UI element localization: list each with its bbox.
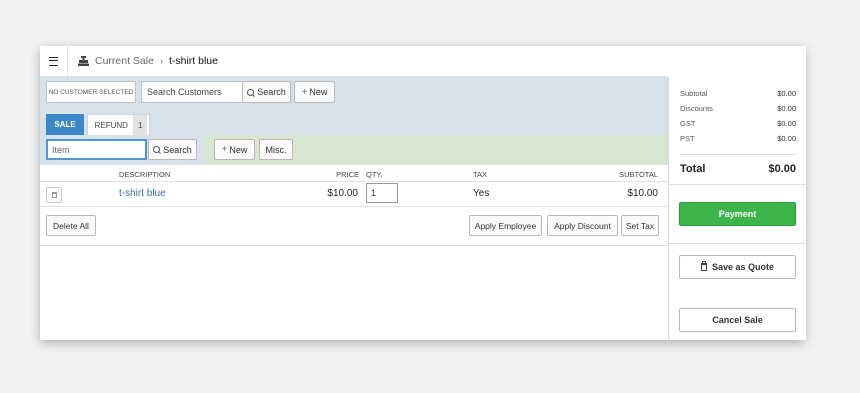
customer-search-button[interactable]: Search [242, 81, 291, 103]
line-qty-input[interactable]: 1 [366, 183, 398, 203]
apply-employee-button[interactable]: Apply Employee [469, 215, 542, 236]
line-tax[interactable]: Yes [473, 188, 489, 199]
tab-refund[interactable]: REFUND 1 [87, 114, 150, 135]
item-search-input[interactable]: Item [46, 139, 147, 160]
misc-button[interactable]: Misc. [259, 139, 293, 160]
new-item-label: New [229, 144, 248, 155]
line-subtotal: $10.00 [627, 188, 658, 199]
col-subtotal: SUBTOTAL [619, 170, 658, 179]
delete-all-button[interactable]: Delete All [46, 215, 96, 236]
gst-label: GST [680, 119, 696, 128]
line-price: $10.00 [327, 188, 358, 199]
plus-icon: + [221, 144, 228, 155]
discounts-row: Discounts $0.00 [680, 104, 796, 113]
col-qty: QTY. [366, 170, 383, 179]
new-customer-label: New [309, 87, 328, 97]
sale-summary-panel: Subtotal $0.00 Discounts $0.00 GST $0.00… [668, 46, 806, 340]
search-customers-input[interactable]: Search Customers [141, 81, 243, 103]
divider [669, 184, 806, 185]
col-tax: TAX [473, 170, 488, 179]
breadcrumb-current-sale[interactable]: Current Sale [95, 55, 154, 67]
pst-row: PST $0.00 [680, 134, 796, 143]
gst-value: $0.00 [777, 119, 796, 128]
total-label: Total [680, 163, 706, 175]
item-search-button[interactable]: Search [148, 139, 197, 160]
delete-line-button[interactable] [46, 187, 62, 203]
col-description: DESCRIPTION [119, 170, 171, 179]
clipboard-icon [700, 261, 707, 271]
trash-icon [51, 192, 57, 198]
pst-label: PST [680, 134, 695, 143]
apply-discount-button[interactable]: Apply Discount [547, 215, 618, 236]
table-row: t-shirt blue $10.00 1 Yes $10.00 [40, 182, 668, 207]
item-bar: Item Search + New Misc. [40, 135, 668, 165]
payment-button[interactable]: Payment [679, 202, 796, 226]
total-value: $0.00 [768, 163, 796, 175]
menu-button[interactable] [40, 46, 68, 76]
search-icon [153, 146, 161, 153]
total-row: Total $0.00 [680, 163, 796, 175]
item-search-label: Search [163, 144, 192, 155]
col-price: PRICE [336, 170, 359, 179]
divider [669, 243, 806, 244]
gst-row: GST $0.00 [680, 119, 796, 128]
cancel-sale-button[interactable]: Cancel Sale [679, 308, 796, 332]
new-customer-button[interactable]: + New [294, 81, 335, 103]
save-as-quote-label: Save as Quote [711, 262, 775, 272]
subtotal-value: $0.00 [777, 89, 796, 98]
register-icon [78, 56, 89, 66]
subtotal-row: Subtotal $0.00 [680, 89, 796, 98]
breadcrumb-separator: › [159, 56, 163, 66]
table-header: DESCRIPTION PRICE QTY. TAX SUBTOTAL [40, 167, 668, 182]
line-actions: Delete All Apply Employee Apply Discount… [40, 207, 668, 246]
breadcrumb: Current Sale › t-shirt blue [78, 46, 218, 76]
line-description[interactable]: t-shirt blue [119, 188, 166, 199]
pst-value: $0.00 [777, 134, 796, 143]
refund-count-badge: 1 [132, 115, 148, 135]
top-bar: Current Sale › t-shirt blue [40, 46, 668, 77]
breadcrumb-item: t-shirt blue [168, 55, 218, 67]
divider [680, 154, 796, 155]
hamburger-icon [49, 56, 58, 66]
discounts-value: $0.00 [777, 104, 796, 113]
sale-tabs: SALE REFUND 1 [40, 108, 668, 135]
set-tax-button[interactable]: Set Tax [621, 215, 659, 236]
no-customer-selected[interactable]: NO CUSTOMER SELECTED [46, 81, 136, 103]
discounts-label: Discounts [680, 104, 713, 113]
plus-icon: + [301, 86, 308, 98]
tab-sale[interactable]: SALE [46, 114, 84, 135]
customer-bar: NO CUSTOMER SELECTED Search Customers Se… [40, 77, 668, 108]
tab-refund-label: REFUND [94, 120, 128, 130]
new-item-button[interactable]: + New [214, 139, 255, 160]
pos-window: Current Sale › t-shirt blue NO CUSTOMER … [40, 46, 806, 340]
subtotal-label: Subtotal [680, 89, 708, 98]
search-icon [247, 88, 255, 96]
customer-search-label: Search [257, 87, 286, 97]
save-as-quote-button[interactable]: Save as Quote [679, 255, 796, 279]
